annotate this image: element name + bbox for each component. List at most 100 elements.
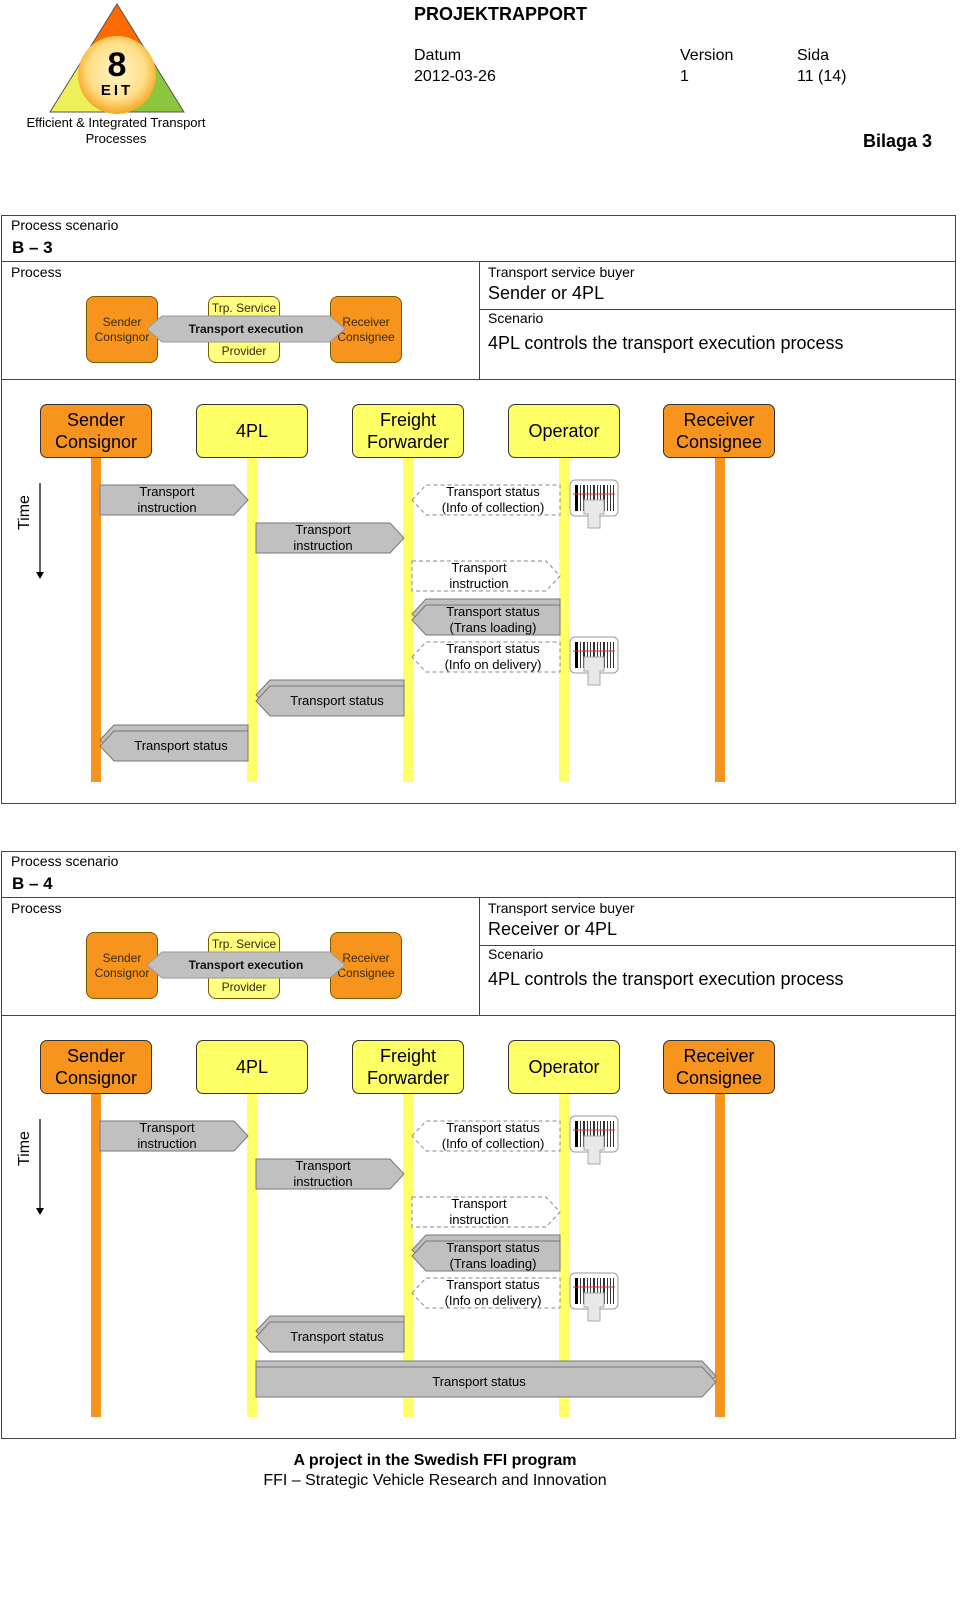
message-label: Transport instruction (100, 484, 234, 516)
scenario-b4: Process scenario B – 4 Process Sender Co… (1, 851, 956, 1439)
message-label-line2: (Info of collection) (441, 500, 545, 515)
logo-tagline: Efficient & Integrated Transport Process… (26, 115, 206, 146)
logo-number: 8 (107, 46, 127, 84)
sida-label: Sida (797, 47, 830, 64)
message-label: Transport status (Trans loading) (426, 604, 560, 636)
message-label-line2: instruction (293, 1174, 353, 1189)
message-label-text: Transport status (Info on delivery) (445, 641, 542, 673)
message-label: Transport instruction (412, 1196, 546, 1228)
message-label-line2: instruction (449, 1212, 509, 1227)
datum-label: Datum (414, 47, 462, 64)
scenario-caption: Process scenario (11, 217, 119, 233)
scenario-header: Process scenario B – 3 (2, 216, 955, 262)
message-label: Transport status (Info of collection) (426, 1120, 560, 1152)
message-label-line1: Transport (295, 522, 351, 537)
message-label: Transport status (Trans loading) (426, 1240, 560, 1272)
scenario-cell: Scenario 4PL controls the transport exec… (479, 309, 955, 379)
process-cell: Process Sender Consignor Trp. Service Pr… (2, 897, 480, 1015)
barcode-scanner-icon (569, 1115, 619, 1165)
message-label-line2: instruction (137, 500, 197, 515)
message-label: Transport status (Info of collection) (426, 484, 560, 516)
message-label-line1: Transport (295, 1158, 351, 1173)
message-label-text: Transport instruction (137, 1120, 196, 1152)
message-label-line1: Transport status (134, 738, 228, 753)
message-label: Transport status (Info on delivery) (426, 641, 560, 673)
message-arrows (99, 1115, 717, 1398)
scenario-cell: Scenario 4PL controls the transport exec… (479, 945, 955, 1015)
message-label: Transport status (114, 731, 248, 761)
message-label-text: Transport instruction (137, 484, 196, 516)
message-label-text: Transport status (134, 738, 227, 754)
message-label-line2: instruction (137, 1136, 197, 1151)
barcode-scanner-icon (569, 1272, 619, 1322)
message-label: Transport instruction (100, 1120, 234, 1152)
scenario-label: Scenario (488, 946, 544, 962)
message-label: Transport status (270, 686, 404, 716)
buyer-value: Sender or 4PL (488, 283, 605, 303)
version-label: Version (680, 47, 734, 64)
message-label-text: Transport status (290, 693, 383, 709)
transport-execution-label: Transport execution (188, 322, 304, 336)
message-label-text: Transport status (Trans loading) (446, 604, 539, 636)
buyer-value: Receiver or 4PL (488, 919, 618, 939)
message-label: Transport instruction (256, 1158, 390, 1190)
message-label-line2: (Trans loading) (449, 1256, 537, 1271)
buyer-cell: Transport service buyer Sender or 4PL (479, 261, 955, 310)
message-label-line1: Transport (139, 1120, 195, 1135)
message-label-line2: instruction (293, 538, 353, 553)
message-label-line1: Transport status (446, 1277, 540, 1292)
scenario-header: Process scenario B – 4 (2, 852, 955, 898)
message-label-line1: Transport status (446, 641, 540, 656)
message-label-text: Transport status (Trans loading) (446, 1240, 539, 1272)
report-title: PROJEKTRAPPORT (414, 4, 588, 24)
message-label-text: Transport status (Info of collection) (442, 484, 545, 516)
scenario-description: 4PL controls the transport execution pro… (488, 969, 844, 989)
message-label-line2: (Info on delivery) (444, 1293, 542, 1308)
buyer-label: Transport service buyer (488, 900, 635, 916)
datum-value: 2012-03-26 (414, 68, 496, 85)
message-label-line1: Transport status (290, 693, 384, 708)
message-label: Transport status (Info on delivery) (426, 1277, 560, 1309)
message-label-line1: Transport status (446, 1240, 540, 1255)
message-label-line2: (Trans loading) (449, 620, 537, 635)
message-label-line1: Transport status (290, 1329, 384, 1344)
footer-program-subtitle: FFI – Strategic Vehicle Research and Inn… (263, 1472, 607, 1489)
message-label-line1: Transport status (446, 1120, 540, 1135)
message-label-text: Transport instruction (293, 522, 352, 554)
transport-execution-label: Transport execution (188, 958, 304, 972)
appendix-label: Bilaga 3 (862, 131, 932, 151)
message-label-line1: Transport status (446, 484, 540, 499)
message-label-line2: instruction (449, 576, 509, 591)
scenario-label: Scenario (488, 310, 544, 326)
message-label-text: Transport instruction (449, 560, 508, 592)
scenario-id: B – 4 (12, 874, 53, 893)
message-label-line1: Transport (451, 560, 507, 575)
message-label-text: Transport instruction (293, 1158, 352, 1190)
message-label-text: Transport status (290, 1329, 383, 1345)
eit-logo: 8 EIT (48, 2, 186, 114)
scenario-description: 4PL controls the transport execution pro… (488, 333, 844, 353)
message-label-text: Transport instruction (449, 1196, 508, 1228)
message-label: Transport status (270, 1322, 404, 1352)
barcode-scanner-icon (569, 636, 619, 686)
transport-execution-double-arrow-icon (146, 951, 346, 979)
message-label-line2: (Info on delivery) (444, 657, 542, 672)
message-label-text: Transport status (Info on delivery) (445, 1277, 542, 1309)
message-label: Transport instruction (412, 560, 546, 592)
buyer-cell: Transport service buyer Receiver or 4PL (479, 897, 955, 946)
message-label-text: Transport status (432, 1374, 525, 1390)
message-label-line2: (Info of collection) (441, 1136, 545, 1151)
sida-value: 11 (14) (797, 68, 847, 85)
process-cell: Process Sender Consignor Trp. Service Pr… (2, 261, 480, 379)
scenario-b3: Process scenario B – 3 Process Sender Co… (1, 215, 956, 804)
version-value: 1 (680, 68, 689, 85)
message-label-line1: Transport status (432, 1374, 526, 1389)
buyer-label: Transport service buyer (488, 264, 635, 280)
transport-execution-double-arrow-icon (146, 315, 346, 343)
logo-letters: EIT (100, 82, 134, 99)
sequence-diagram: Sender Consignor 4PL Freight Forwarder Operat… (2, 1015, 955, 1438)
message-label-line1: Transport (451, 1196, 507, 1211)
message-label-line1: Transport (139, 484, 195, 499)
barcode-scanner-icon (569, 479, 619, 529)
message-label-text: Transport status (Info of collection) (442, 1120, 545, 1152)
